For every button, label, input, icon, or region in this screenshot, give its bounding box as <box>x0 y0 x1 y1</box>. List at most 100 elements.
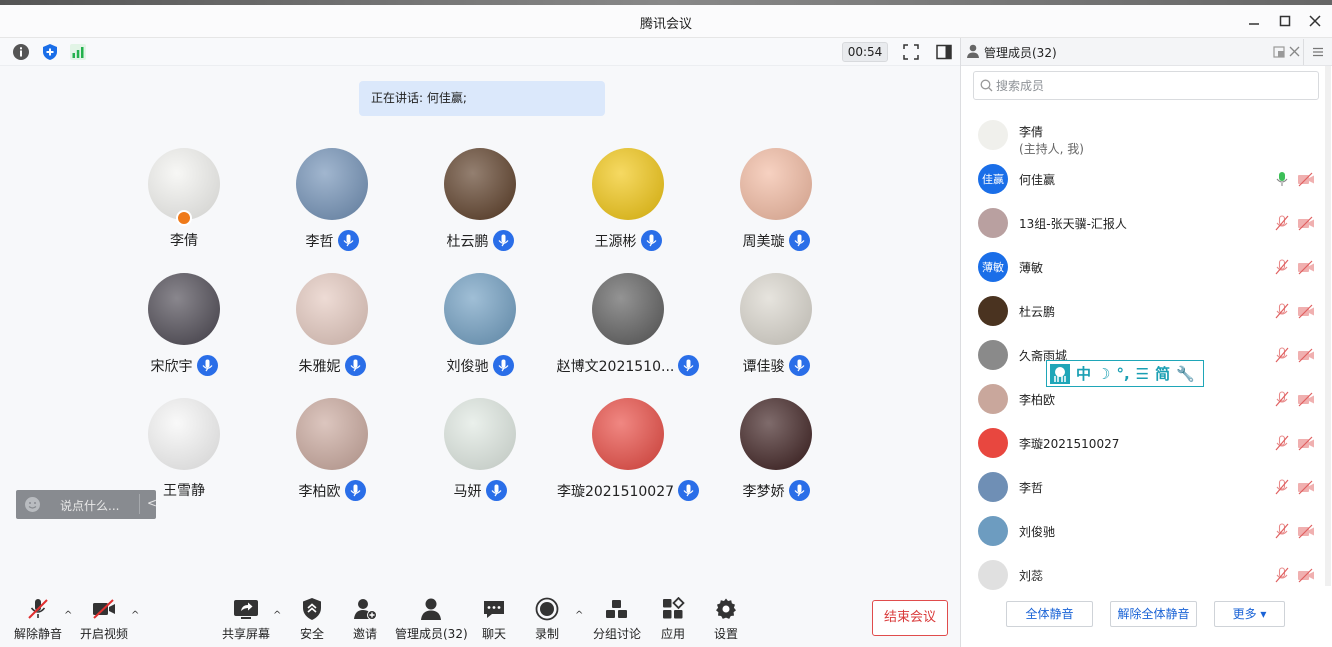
member-name: 刘蕊 <box>1019 569 1044 583</box>
ime-chinese-mode[interactable]: 中 <box>1076 363 1091 384</box>
share-screen-button[interactable]: 共享屏幕 <box>222 596 270 642</box>
more-button[interactable]: 更多 ▾ <box>1214 601 1285 627</box>
ime-menu-icon[interactable]: ☰ <box>1136 365 1149 383</box>
participant-tile[interactable]: 李倩 <box>110 148 258 258</box>
divider <box>139 494 140 514</box>
participant-tile[interactable]: 王源彬 <box>554 148 702 258</box>
member-list-scrollbar[interactable] <box>1325 66 1331 586</box>
ime-punctuation[interactable]: °, <box>1116 365 1129 383</box>
member-row[interactable]: 薄敏 薄敏 <box>961 245 1314 289</box>
audio-options-caret[interactable]: ^ <box>64 610 72 621</box>
member-row[interactable]: 13组-张天骥-汇报人 <box>961 201 1314 245</box>
video-options-caret[interactable]: ^ <box>131 610 139 621</box>
mute-all-button[interactable]: 全体静音 <box>1006 601 1093 627</box>
camera-off-icon[interactable] <box>1297 171 1315 187</box>
signal-icon[interactable] <box>69 43 87 61</box>
mic-muted-icon[interactable] <box>1274 391 1290 407</box>
share-screen-icon <box>232 596 260 622</box>
close-panel-icon[interactable] <box>1289 46 1300 57</box>
mic-muted-icon[interactable] <box>1274 303 1290 319</box>
minimize-button[interactable] <box>1243 11 1265 31</box>
mic-active-icon[interactable] <box>1274 171 1290 187</box>
apps-button[interactable]: 应用 <box>659 596 687 642</box>
unmute-button[interactable]: 解除静音 <box>14 596 62 642</box>
member-search[interactable] <box>973 71 1319 100</box>
participant-tile[interactable]: 李柏欧 <box>258 398 406 508</box>
ime-moon-icon[interactable]: ☽ <box>1097 365 1110 383</box>
participant-name: 李柏欧 <box>298 483 341 500</box>
breakout-rooms-icon <box>603 596 631 622</box>
mic-muted-icon[interactable] <box>1274 215 1290 231</box>
participant-tile[interactable]: 宋欣宇 <box>110 273 258 383</box>
mic-muted-icon[interactable] <box>1274 347 1290 363</box>
participant-tile[interactable]: 谭佳骏 <box>702 273 850 383</box>
mic-muted-icon[interactable] <box>1274 435 1290 451</box>
members-icon <box>417 596 445 622</box>
member-search-input[interactable] <box>996 77 1296 95</box>
camera-off-icon[interactable] <box>1297 303 1315 319</box>
mic-muted-icon[interactable] <box>1274 479 1290 495</box>
member-row[interactable]: 佳赢 何佳赢 <box>961 157 1314 201</box>
camera-off-icon[interactable] <box>1297 435 1315 451</box>
camera-off-icon[interactable] <box>1297 391 1315 407</box>
manage-members-button[interactable]: 管理成员(32) <box>395 596 468 642</box>
shield-icon[interactable] <box>41 43 59 61</box>
record-button[interactable]: 录制 <box>533 596 561 642</box>
member-row[interactable]: 杜云鹏 <box>961 289 1314 333</box>
security-button[interactable]: 安全 <box>298 596 326 642</box>
chat-quick-input[interactable]: 说点什么... < <box>16 490 157 519</box>
member-row[interactable]: 李璇2021510027 <box>961 421 1314 465</box>
chat-button[interactable]: 聊天 <box>480 596 508 642</box>
participant-tile[interactable]: 朱雅妮 <box>258 273 406 383</box>
start-video-button[interactable]: 开启视频 <box>80 596 128 642</box>
meeting-info-icon[interactable] <box>12 43 30 61</box>
participant-tile[interactable]: 杜云鹏 <box>406 148 554 258</box>
maximize-button[interactable] <box>1274 11 1296 31</box>
participant-tile[interactable]: 周美璇 <box>702 148 850 258</box>
popout-icon[interactable] <box>1273 46 1285 58</box>
participant-tile[interactable]: 赵博文2021510... <box>554 273 702 383</box>
end-meeting-button[interactable]: 结束会议 <box>872 600 948 636</box>
camera-off-icon[interactable] <box>1297 523 1315 539</box>
participant-tile[interactable]: 李璇2021510027 <box>554 398 702 508</box>
camera-off-icon[interactable] <box>1297 215 1315 231</box>
mic-muted-icon[interactable] <box>1274 523 1290 539</box>
camera-off-icon[interactable] <box>1297 347 1315 363</box>
gear-icon <box>712 596 740 622</box>
fullscreen-icon[interactable] <box>902 43 920 61</box>
unmute-all-button[interactable]: 解除全体静音 <box>1110 601 1197 627</box>
ime-wrench-icon[interactable]: 🔧 <box>1176 365 1195 383</box>
member-initials: 佳赢 <box>982 173 1004 186</box>
record-options-caret[interactable]: ^ <box>575 610 583 621</box>
mic-muted-icon[interactable] <box>1274 567 1290 583</box>
ime-simplified[interactable]: 简 <box>1155 363 1170 384</box>
panel-menu-button[interactable] <box>1303 39 1331 65</box>
participant-name: 李梦娇 <box>742 483 785 500</box>
participant-name: 谭佳骏 <box>742 358 785 375</box>
close-icon <box>1309 15 1321 27</box>
participant-tile[interactable]: 李梦娇 <box>702 398 850 508</box>
camera-off-icon[interactable] <box>1297 479 1315 495</box>
member-avatar <box>978 472 1008 502</box>
camera-off-icon[interactable] <box>1297 567 1315 583</box>
camera-off-icon[interactable] <box>1297 259 1315 275</box>
ime-toolbar[interactable]: 中 ☽ °, ☰ 简 🔧 <box>1046 360 1204 387</box>
member-row[interactable]: 刘蕊 <box>961 553 1314 597</box>
participant-tile[interactable]: 马妍 <box>406 398 554 508</box>
mic-muted-icon[interactable] <box>1274 259 1290 275</box>
share-options-caret[interactable]: ^ <box>273 610 281 621</box>
panel-title: 管理成员(32) <box>984 46 1057 60</box>
breakout-button[interactable]: 分组讨论 <box>593 596 641 642</box>
participant-tile[interactable]: 刘俊驰 <box>406 273 554 383</box>
layout-icon[interactable] <box>935 43 953 61</box>
member-row[interactable]: 李哲 <box>961 465 1314 509</box>
participant-tile[interactable]: 李哲 <box>258 148 406 258</box>
collapse-chat-button[interactable]: < <box>147 496 157 510</box>
title-bar: 腾讯会议 <box>0 5 1332 38</box>
invite-button[interactable]: 邀请 <box>351 596 379 642</box>
member-row[interactable]: 李倩 (主持人, 我) <box>961 113 1311 157</box>
close-button[interactable] <box>1304 11 1326 31</box>
emoji-icon[interactable] <box>24 496 41 513</box>
member-row[interactable]: 刘俊驰 <box>961 509 1314 553</box>
settings-button[interactable]: 设置 <box>712 596 740 642</box>
